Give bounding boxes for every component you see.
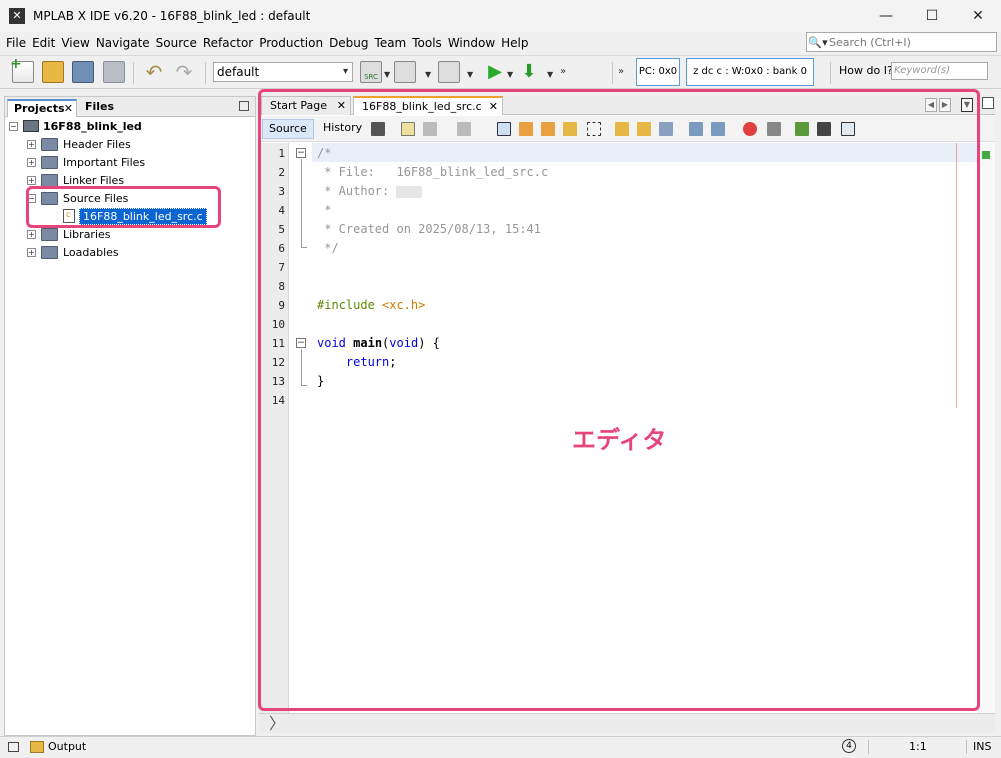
tree-item-label: Important Files (63, 155, 146, 169)
new-project-icon[interactable] (42, 61, 64, 83)
maximize-editor-icon[interactable] (982, 97, 994, 109)
window-controls: — ☐ ✕ (863, 0, 1001, 32)
minimize-icon[interactable]: — (863, 0, 909, 32)
expand-icon[interactable]: + (27, 157, 36, 167)
toolbar-overflow-icon[interactable]: » (560, 66, 566, 77)
build-project-icon[interactable]: SRC (360, 61, 382, 83)
folder-icon (41, 245, 58, 259)
menu-tools[interactable]: Tools (409, 32, 445, 54)
menu-navigate[interactable]: Navigate (93, 32, 153, 54)
build-dropdown-icon[interactable]: ▼ (384, 70, 390, 79)
toolbar-separator (133, 62, 134, 84)
restore-window-icon[interactable] (8, 742, 19, 752)
collapse-icon[interactable]: − (9, 121, 18, 131)
menu-help[interactable]: Help (498, 32, 531, 54)
menu-edit[interactable]: Edit (29, 32, 58, 54)
insert-mode: INS (973, 740, 992, 753)
toolbar-separator (612, 62, 613, 84)
expand-icon[interactable]: + (27, 139, 36, 149)
window-title: MPLAB X IDE v6.20 - 16F88_blink_led : de… (33, 9, 311, 23)
menu-debug[interactable]: Debug (326, 32, 371, 54)
menu-team[interactable]: Team (372, 32, 410, 54)
output-icon[interactable] (30, 741, 44, 753)
register-status: z dc c : W:0x0 : bank 0 (686, 58, 814, 86)
tree-item-label: Loadables (63, 245, 119, 259)
status-separator (966, 740, 967, 754)
program-dropdown-icon[interactable]: ▼ (547, 70, 553, 79)
notifications-icon[interactable]: 4 (842, 739, 856, 753)
no-errors-icon[interactable] (982, 151, 990, 159)
status-bar: Output 4 1:1 INS (0, 736, 1001, 758)
title-bar: ✕ MPLAB X IDE v6.20 - 16F88_blink_led : … (0, 0, 1001, 32)
output-label[interactable]: Output (48, 740, 86, 753)
menu-source[interactable]: Source (153, 32, 200, 54)
make-dropdown-icon[interactable]: ▼ (467, 70, 473, 79)
expand-icon[interactable]: + (27, 247, 36, 257)
tab-projects-label: Projects (14, 102, 65, 115)
configuration-value: default (217, 65, 260, 79)
toolbar-overflow-icon[interactable]: » (618, 66, 624, 77)
folder-icon (41, 227, 58, 241)
tree-item-label: 16F88_blink_led (43, 119, 142, 133)
open-project-icon[interactable] (72, 61, 94, 83)
menu-view[interactable]: View (58, 32, 92, 54)
menu-refactor[interactable]: Refactor (200, 32, 256, 54)
search-placeholder: Search (Ctrl+I) (829, 35, 911, 49)
undo-icon[interactable]: ↶ (143, 61, 165, 83)
save-all-icon[interactable] (103, 61, 125, 83)
projects-panel-tabs: Projects ✕ Files (5, 97, 255, 117)
folder-icon (41, 173, 58, 187)
folder-icon (41, 137, 58, 151)
toolbar-separator (205, 62, 206, 84)
redo-icon[interactable]: ↷ (173, 61, 195, 83)
tree-item-loadables[interactable]: + Loadables (27, 243, 119, 261)
cursor-position: 1:1 (909, 740, 927, 753)
tab-files[interactable]: Files (79, 99, 131, 117)
expand-icon[interactable]: + (27, 229, 36, 239)
expand-icon[interactable]: + (27, 175, 36, 185)
error-stripe (978, 143, 995, 713)
project-icon (23, 120, 39, 132)
close-icon[interactable]: ✕ (64, 101, 73, 117)
tree-item-header-files[interactable]: + Header Files (27, 135, 131, 153)
source-files-highlight (26, 186, 221, 228)
menu-window[interactable]: Window (445, 32, 498, 54)
toolbar-separator (830, 62, 831, 84)
chevron-right-icon: 〉 (269, 714, 286, 733)
search-icon[interactable]: 🔍▾ (807, 36, 829, 49)
tree-item-label: Header Files (63, 137, 131, 151)
make-hex-icon[interactable] (438, 61, 460, 83)
program-device-icon[interactable]: ⬇ (518, 61, 540, 83)
howdo-label: How do I? (839, 64, 893, 77)
clean-dropdown-icon[interactable]: ▼ (425, 70, 431, 79)
folder-icon (41, 155, 58, 169)
chevron-down-icon: ▾ (342, 66, 348, 77)
maximize-icon[interactable]: ☐ (909, 0, 955, 32)
clean-build-icon[interactable] (394, 61, 416, 83)
menu-production[interactable]: Production (256, 32, 326, 54)
menu-file[interactable]: File (3, 32, 29, 54)
status-separator (868, 740, 869, 754)
quick-command-bar[interactable]: 〉 (259, 713, 995, 733)
search-input[interactable]: 🔍▾ Search (Ctrl+I) (806, 32, 997, 52)
keyword-input[interactable]: Keyword(s) (891, 62, 988, 80)
configuration-select[interactable]: default ▾ (213, 62, 353, 82)
pc-status: PC: 0x0 (636, 58, 680, 86)
tab-projects[interactable]: Projects ✕ (7, 99, 77, 117)
new-file-icon[interactable] (10, 56, 34, 83)
editor-highlight (258, 89, 980, 711)
tree-item-label: Linker Files (63, 173, 125, 187)
close-icon[interactable]: ✕ (955, 0, 1001, 32)
tree-item-important-files[interactable]: + Important Files (27, 153, 145, 171)
minimize-panel-icon[interactable] (239, 101, 249, 111)
tree-item-label: Libraries (63, 227, 111, 241)
tree-item-project[interactable]: − 16F88_blink_led (9, 117, 142, 135)
mplab-logo-icon: ✕ (9, 8, 25, 24)
run-project-icon[interactable]: ▶ (484, 61, 506, 83)
run-dropdown-icon[interactable]: ▼ (507, 70, 513, 79)
